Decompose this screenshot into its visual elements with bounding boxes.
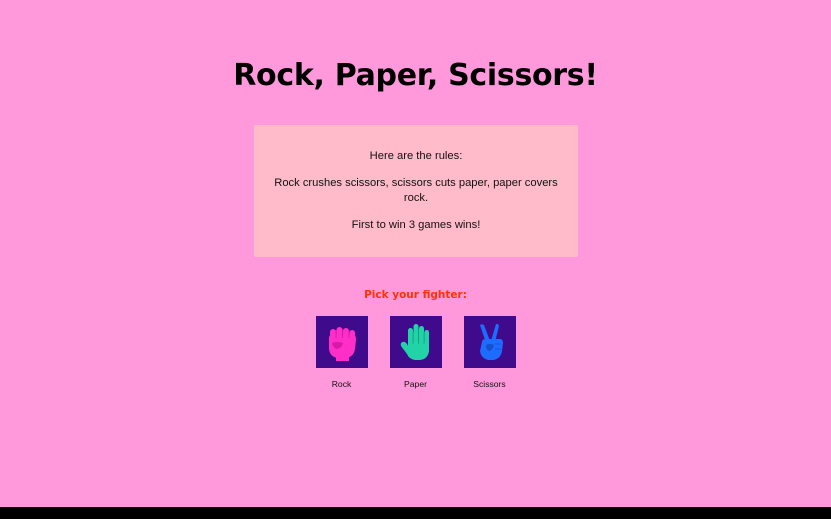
peace-hand-icon (479, 323, 503, 360)
bottom-bar (0, 507, 831, 519)
rock-label: Rock (331, 379, 352, 389)
rules-win-condition: First to win 3 games wins! (351, 218, 481, 231)
paper-button[interactable]: Paper (389, 316, 442, 389)
fist-icon (328, 327, 356, 361)
paper-tile[interactable] (389, 316, 442, 368)
scissors-button[interactable]: Scissors (463, 316, 516, 389)
rock-button[interactable]: Rock (315, 316, 368, 389)
rules-text: Rock crushes scissors, scissors cuts pap… (274, 176, 558, 205)
rock-tile[interactable] (315, 316, 368, 368)
scissors-label: Scissors (473, 379, 506, 389)
page-title: Rock, Paper, Scissors! (233, 58, 598, 93)
fighter-list: Rock Paper Scissors (0, 316, 831, 389)
rules-intro: Here are the rules: (369, 150, 463, 162)
paper-label: Paper (404, 379, 427, 389)
open-hand-icon (400, 324, 429, 360)
pick-fighter-label: Pick your fighter: (364, 289, 467, 301)
scissors-tile[interactable] (463, 316, 516, 368)
rules-panel: Here are the rules: Rock crushes scissor… (254, 125, 578, 257)
game-page: Rock, Paper, Scissors! Here are the rule… (0, 0, 831, 507)
